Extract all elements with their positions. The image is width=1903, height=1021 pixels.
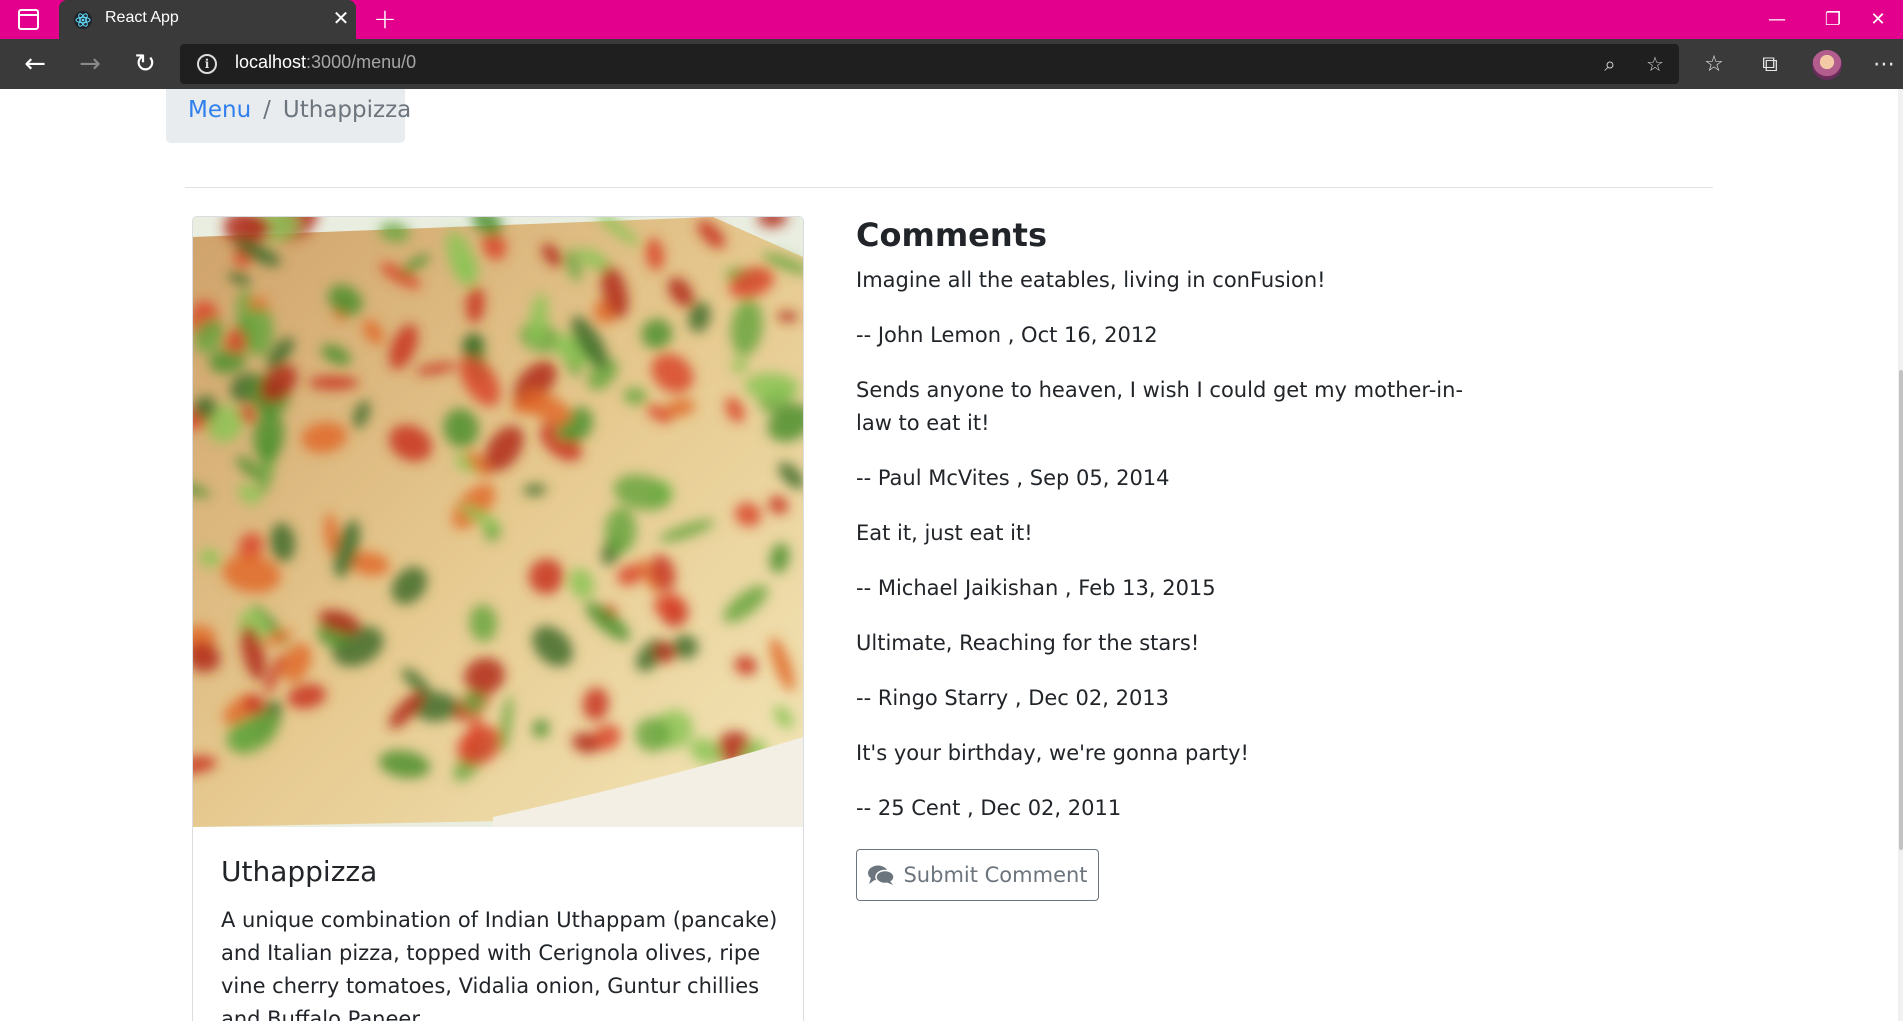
comment-text: Imagine all the eatables, living in conF… xyxy=(856,268,1326,292)
browser-titlebar: React App ✕ + — ❐ ✕ xyxy=(0,0,1903,39)
address-bar[interactable]: i localhost:3000/menu/0 ⌕ ☆ xyxy=(180,44,1679,84)
comment-list: Imagine all the eatables, living in conF… xyxy=(856,264,1466,825)
comment-author-date: -- Ringo Starry , Dec 02, 2013 xyxy=(856,686,1170,710)
dish-card-body: Uthappizza A unique combination of India… xyxy=(221,855,781,1021)
react-logo-icon xyxy=(74,11,92,29)
comments-icon xyxy=(868,865,896,885)
comment-text: It's your birthday, we're gonna party! xyxy=(856,741,1249,765)
add-favorite-icon[interactable]: ☆ xyxy=(1643,52,1667,76)
comment-item: Ultimate, Reaching for the stars! -- Rin… xyxy=(856,627,1466,715)
plus-icon[interactable]: + xyxy=(371,5,399,33)
comment-author-date: -- Michael Jaikishan , Feb 13, 2015 xyxy=(856,576,1216,600)
comment-author-date: -- Paul McVites , Sep 05, 2014 xyxy=(856,466,1170,490)
dish-card: Uthappizza A unique combination of India… xyxy=(192,216,804,1021)
window-close-icon[interactable]: ✕ xyxy=(1853,0,1903,39)
browser-tab[interactable]: React App ✕ xyxy=(59,0,356,39)
profile-avatar[interactable] xyxy=(1812,50,1842,80)
comment-item: Eat it, just eat it! -- Michael Jaikisha… xyxy=(856,517,1466,605)
browser-toolbar: ← → ↻ i localhost:3000/menu/0 ⌕ ☆ ☆ ⧉ ⋯ xyxy=(0,39,1903,89)
forward-icon[interactable]: → xyxy=(75,49,105,79)
breadcrumb-separator: / xyxy=(263,97,271,123)
comment-text: Ultimate, Reaching for the stars! xyxy=(856,631,1200,655)
submit-comment-button[interactable]: Submit Comment xyxy=(856,849,1099,901)
divider xyxy=(185,187,1713,188)
sidebar-icon[interactable] xyxy=(18,9,39,30)
comments-heading: Comments xyxy=(856,216,1047,254)
url-path: :3000/menu/0 xyxy=(306,52,417,72)
url-host: localhost xyxy=(235,52,307,72)
close-icon[interactable]: ✕ xyxy=(329,6,353,30)
comments-section: Comments Imagine all the eatables, livin… xyxy=(856,216,1466,847)
scrollbar-thumb[interactable] xyxy=(1899,370,1903,850)
back-icon[interactable]: ← xyxy=(20,49,50,79)
zoom-icon[interactable]: ⌕ xyxy=(1598,52,1622,76)
tab-title: React App xyxy=(105,9,179,26)
comment-text: Sends anyone to heaven, I wish I could g… xyxy=(856,378,1464,435)
breadcrumb-active: Uthappizza xyxy=(282,97,412,123)
comment-author-date: -- 25 Cent , Dec 02, 2011 xyxy=(856,796,1122,820)
collections-icon[interactable]: ⧉ xyxy=(1756,51,1784,79)
comment-author-date: -- John Lemon , Oct 16, 2012 xyxy=(856,323,1158,347)
dish-image xyxy=(193,217,803,827)
more-icon[interactable]: ⋯ xyxy=(1870,51,1898,79)
favorites-icon[interactable]: ☆ xyxy=(1700,51,1728,79)
comment-text: Eat it, just eat it! xyxy=(856,521,1033,545)
restore-icon[interactable]: ❐ xyxy=(1808,0,1858,39)
refresh-icon[interactable]: ↻ xyxy=(130,49,160,79)
info-icon[interactable]: i xyxy=(197,54,217,74)
breadcrumb: Menu / Uthappizza xyxy=(166,89,411,143)
url-text[interactable]: localhost:3000/menu/0 xyxy=(235,52,416,73)
comment-item: Imagine all the eatables, living in conF… xyxy=(856,264,1466,352)
minimize-icon[interactable]: — xyxy=(1752,0,1802,39)
comment-item: Sends anyone to heaven, I wish I could g… xyxy=(856,374,1466,495)
submit-comment-label: Submit Comment xyxy=(903,863,1088,887)
dish-description: A unique combination of Indian Uthappam … xyxy=(221,908,778,1021)
comment-item: It's your birthday, we're gonna party! -… xyxy=(856,737,1466,825)
dish-title: Uthappizza xyxy=(221,855,378,888)
breadcrumb-menu-link[interactable]: Menu xyxy=(188,97,251,123)
